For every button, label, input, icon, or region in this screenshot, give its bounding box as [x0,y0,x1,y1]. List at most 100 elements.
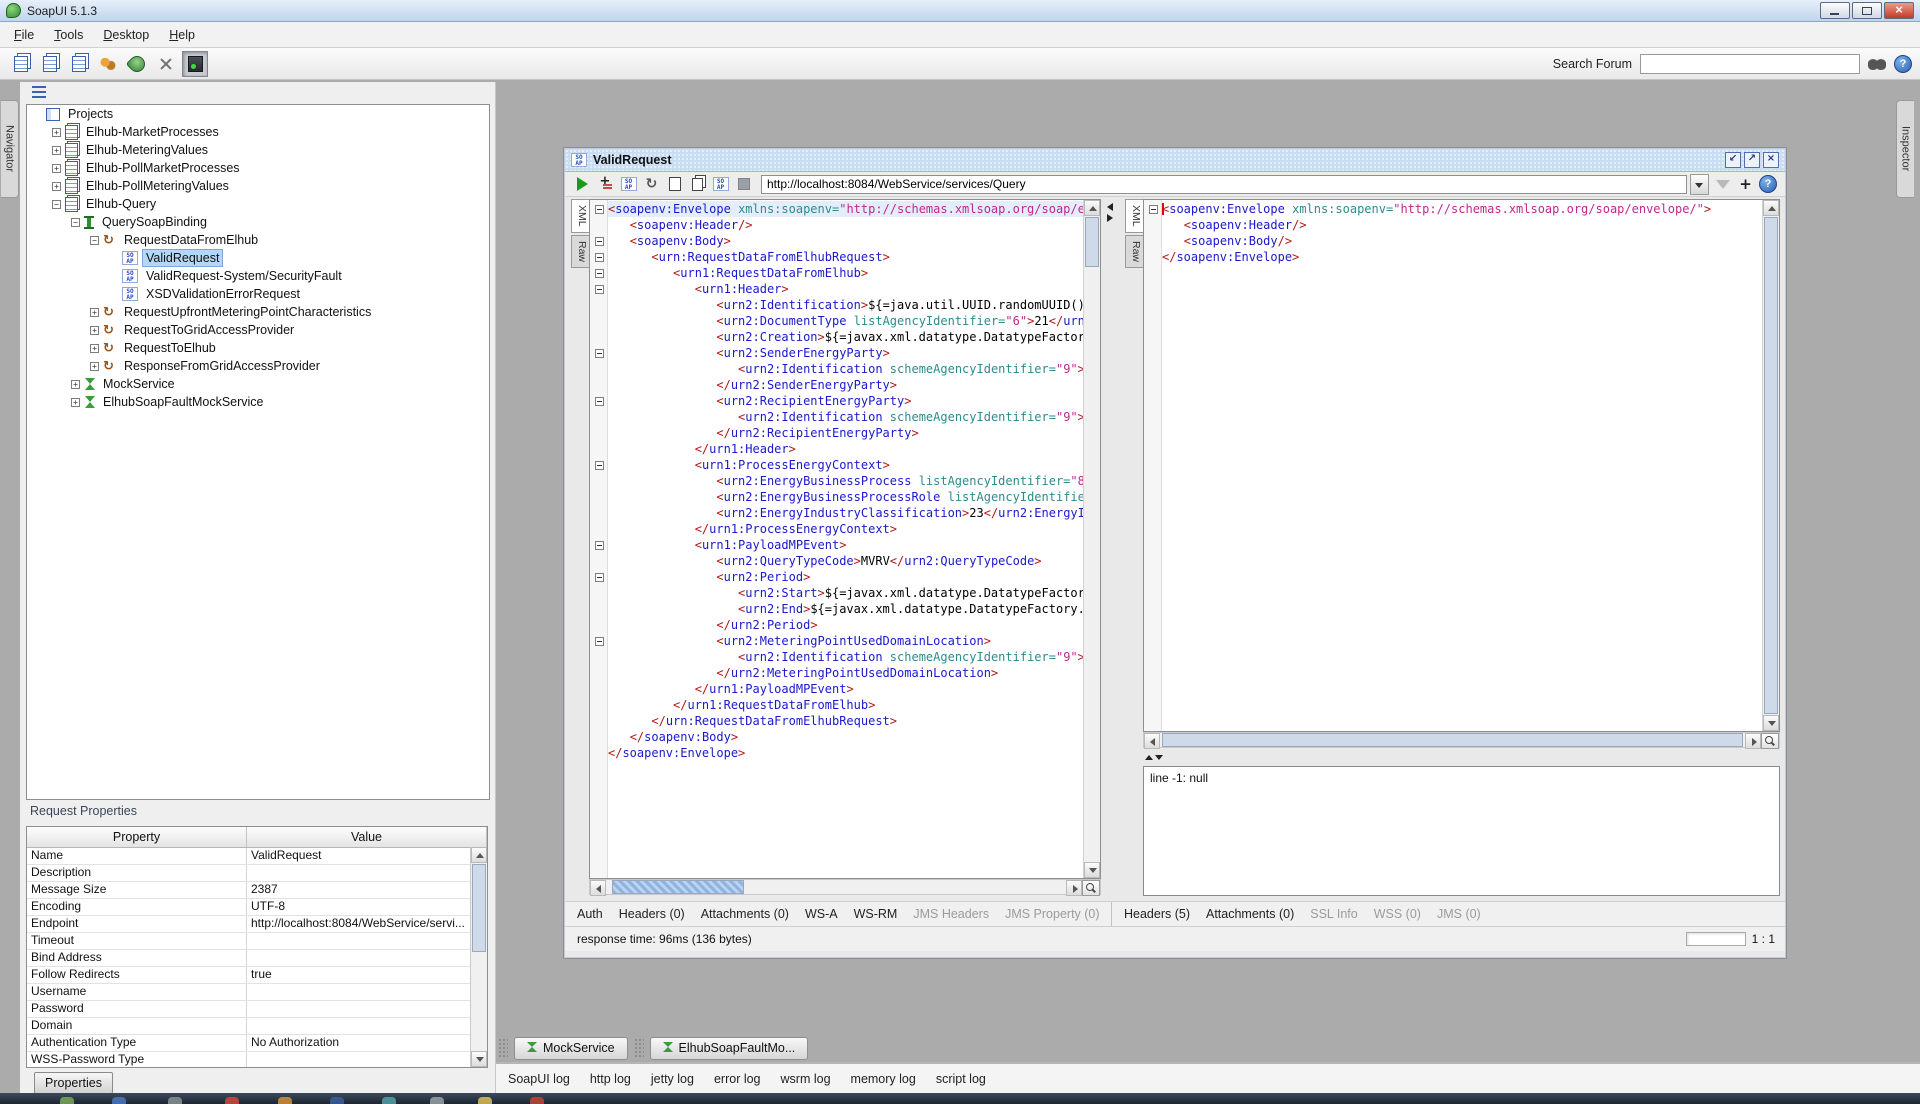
editor-tab-xml[interactable]: XML [1125,199,1143,233]
property-value[interactable] [247,950,487,966]
scroll-up-icon[interactable] [1084,200,1100,216]
collapse-left-icon[interactable] [1107,203,1113,211]
tree-expander-icon[interactable]: + [90,362,99,371]
add-endpoint-icon[interactable] [1736,175,1755,194]
property-value[interactable]: http://localhost:8084/WebService/servi..… [247,916,487,932]
window-tab-elhubsoapfaultmo[interactable]: ElhubSoapFaultMo... [650,1037,809,1060]
property-row[interactable]: Bind Address [27,950,487,967]
scroll-thumb[interactable] [1162,733,1743,747]
magnifier-icon[interactable] [1082,880,1100,896]
property-row[interactable]: EncodingUTF-8 [27,899,487,916]
endpoint-dropdown-icon[interactable] [1690,174,1709,195]
window-minimize-button[interactable] [1820,2,1850,19]
scroll-thumb[interactable] [1085,217,1099,267]
tree-item-requesttogridaccessprovider[interactable]: +RequestToGridAccessProvider [27,321,489,339]
scroll-down-icon[interactable] [1763,715,1779,731]
menu-file[interactable]: File [4,24,44,46]
property-value[interactable] [247,1018,487,1034]
taskbar-icon[interactable] [330,1097,344,1104]
clone-request-icon[interactable] [688,175,707,194]
property-value[interactable] [247,984,487,1000]
frame-close-icon[interactable]: × [1763,152,1779,168]
scroll-up-icon[interactable] [471,847,487,863]
tree-options-icon[interactable] [32,86,46,98]
request-tab-ws-a[interactable]: WS-A [805,907,838,921]
forum-icon[interactable] [95,51,121,77]
fold-toggle-icon[interactable] [595,253,604,262]
fold-toggle-icon[interactable] [595,461,604,470]
property-value[interactable]: No Authorization [247,1035,487,1051]
property-value[interactable]: 2387 [247,882,487,898]
scroll-up-icon[interactable] [1763,200,1779,216]
windows-taskbar[interactable] [0,1093,1920,1104]
fold-toggle-icon[interactable] [595,573,604,582]
tree-item-xsdvalidationerrorrequest[interactable]: SOAPXSDValidationErrorRequest [27,285,489,303]
property-row[interactable]: Endpointhttp://localhost:8084/WebService… [27,916,487,933]
property-value[interactable]: true [247,967,487,983]
tree-item-requesttoelhub[interactable]: +RequestToElhub [27,339,489,357]
editor-help-icon[interactable]: ? [1759,175,1777,193]
endpoint-url-input[interactable] [761,175,1687,194]
fold-toggle-icon[interactable] [595,637,604,646]
fold-toggle-icon[interactable] [595,269,604,278]
tree-expander-icon[interactable]: − [71,218,80,227]
taskbar-icon[interactable] [60,1097,74,1104]
scroll-thumb[interactable] [612,880,744,894]
menu-help[interactable]: Help [159,24,205,46]
tree-item-validrequest[interactable]: SOAPValidRequest [27,249,489,267]
add-to-testcase-icon[interactable] [596,175,615,194]
scroll-left-icon[interactable] [1144,733,1160,749]
magnifier-icon[interactable] [1761,733,1779,749]
response-vertical-scrollbar[interactable] [1762,200,1779,731]
editor-tab-raw[interactable]: Raw [571,235,589,268]
property-row[interactable]: NameValidRequest [27,848,487,865]
window-tab-mockservice[interactable]: MockService [514,1037,628,1060]
tree-item-responsefromgridaccessprovider[interactable]: +ResponseFromGridAccessProvider [27,357,489,375]
tree-item-requestdatafromelhub[interactable]: −RequestDataFromElhub [27,231,489,249]
search-icon[interactable] [1868,58,1886,70]
log-tab-http-log[interactable]: http log [590,1072,631,1086]
submit-request-button[interactable] [573,175,592,194]
search-forum-input[interactable] [1640,54,1860,74]
tree-expander-icon[interactable]: − [90,236,99,245]
fold-toggle-icon[interactable] [595,285,604,294]
inspector-tab[interactable]: Inspector [1896,100,1914,198]
tree-expander-icon[interactable]: + [52,182,61,191]
collapse-down-icon[interactable] [1155,755,1163,760]
log-tab-wsrm-log[interactable]: wsrm log [781,1072,831,1086]
property-value[interactable] [247,1052,487,1068]
tree-item-elhub-meteringvalues[interactable]: +Elhub-MeteringValues [27,141,489,159]
property-row[interactable]: Message Size2387 [27,882,487,899]
tree-expander-icon[interactable]: + [71,398,80,407]
property-row[interactable]: Domain [27,1018,487,1035]
property-row[interactable]: Timeout [27,933,487,950]
tree-item-elhub-pollmeteringvalues[interactable]: +Elhub-PollMeteringValues [27,177,489,195]
editor-window-titlebar[interactable]: SOAP ValidRequest ↙ ↗ × [565,149,1785,172]
properties-scrollbar[interactable] [470,847,487,1067]
monitor-icon[interactable] [182,51,208,77]
expand-up-icon[interactable] [1145,755,1153,760]
taskbar-icon[interactable] [112,1097,126,1104]
save-all-projects-icon[interactable] [66,51,92,77]
menu-tools[interactable]: Tools [44,24,93,46]
preferences-icon[interactable] [153,51,179,77]
taskbar-icon[interactable] [225,1097,239,1104]
scroll-thumb[interactable] [1764,217,1778,714]
recreate-request-icon[interactable] [642,175,661,194]
tree-expander-icon[interactable]: + [90,326,99,335]
response-xml-editor[interactable]: <soapenv:Envelope xmlns:soapenv="http://… [1143,199,1780,732]
property-row[interactable]: Password [27,1001,487,1018]
soap-action-icon[interactable]: SOAP [619,175,638,194]
fold-toggle-icon[interactable] [595,397,604,406]
log-tab-soapui-log[interactable]: SoapUI log [508,1072,570,1086]
tree-item-querysoapbinding[interactable]: −QuerySoapBinding [27,213,489,231]
request-tab-headers-0[interactable]: Headers (0) [619,907,685,921]
window-maximize-button[interactable] [1852,2,1882,19]
scroll-thumb[interactable] [472,864,486,952]
properties-tab-button[interactable]: Properties [34,1072,113,1094]
log-tab-memory-log[interactable]: memory log [851,1072,916,1086]
window-titlebar[interactable]: SoapUI 5.1.3 [0,0,1920,22]
property-value[interactable]: ValidRequest [247,848,487,864]
request-tab-attachments-0[interactable]: Attachments (0) [701,907,789,921]
property-row[interactable]: WSS-Password Type [27,1052,487,1068]
